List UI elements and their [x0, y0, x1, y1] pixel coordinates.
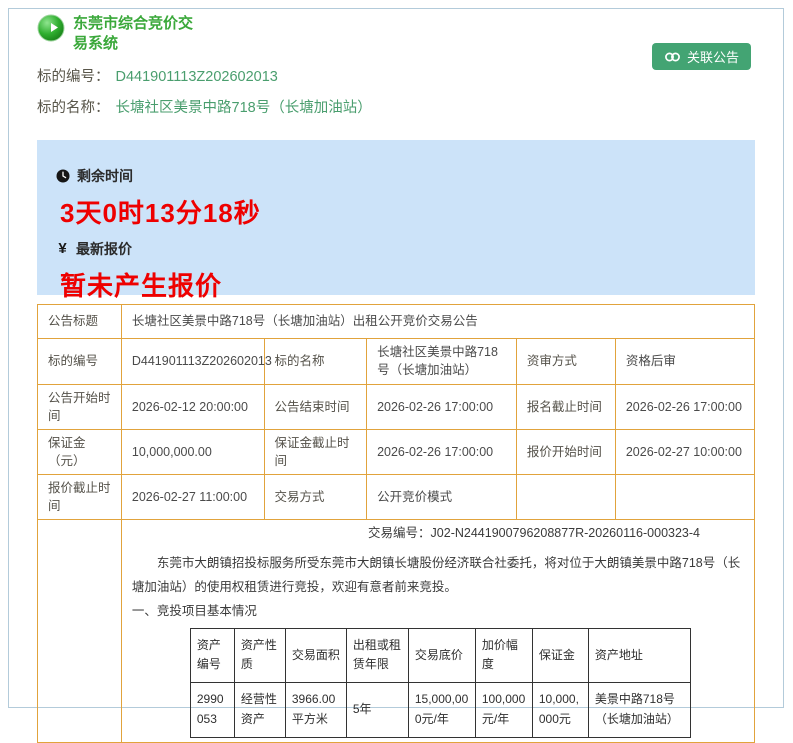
announcement-paragraph: 东莞市大朗镇招投标服务所受东莞市大朗镇长塘股份经济联合社委托，将对位于大朗镇美景… [131, 556, 741, 595]
cell-label: 报名截止时间 [515, 383, 616, 430]
related-announcements-label: 关联公告 [686, 50, 739, 65]
column-header: 加价幅度 [474, 627, 533, 684]
status-panel: 剩余时间 3天0时13分18秒 ¥ 最新报价 暂未产生报价 [37, 139, 755, 301]
cell-value: 2026-02-12 20:00:00 [120, 383, 265, 430]
column-header: 交易面积 [284, 627, 347, 684]
cell-value: 2990053 [189, 682, 235, 738]
column-header: 资产地址 [587, 627, 691, 684]
remaining-time-value: 3天0时13分18秒 [60, 197, 261, 228]
page-frame: 东莞市综合竞价交易系统 关联公告 标的编号： D441901113Z2026020… [8, 8, 784, 743]
cell-label: 保证金（元） [37, 428, 122, 476]
column-header: 资产编号 [189, 627, 235, 684]
cell-value: 资格后审 [614, 337, 756, 385]
cell-value: 公开竞价模式 [366, 473, 517, 521]
cell-label: 公告开始时间 [37, 383, 122, 430]
cell-label: 资审方式 [515, 337, 616, 385]
cell-value: 15,000,000元/年 [407, 682, 476, 738]
related-announcements-button[interactable]: 关联公告 [651, 43, 751, 70]
subject-name-value: 长塘社区美景中路718号（长塘加油站） [115, 99, 372, 116]
cell-value: 10,000,000.00 [120, 428, 265, 476]
project-basic-info-table: 资产编号 资产性质 交易面积 出租或租赁年限 交易底价 加价幅度 保证金 资产地… [189, 627, 691, 738]
project-table-header-row: 资产编号 资产性质 交易面积 出租或租赁年限 交易底价 加价幅度 保证金 资产地… [189, 627, 691, 684]
table-row: 保证金（元） 10,000,000.00 保证金截止时间 2026-02-26 … [37, 428, 756, 476]
cell-label: 报价开始时间 [515, 428, 616, 476]
announcement-info-table: 公告标题 长塘社区美景中路718号（长塘加油站）出租公开竞价交易公告 标的编号 … [37, 303, 756, 743]
subject-name-row: 标的名称： 长塘社区美景中路718号（长塘加油站） [37, 96, 755, 117]
project-table-data-row: 2990053 经营性资产 3966.00平方米 5年 15,000,000元/… [189, 682, 691, 738]
cell-value: 2026-02-26 17:00:00 [366, 428, 517, 476]
transaction-number-label: 交易编号： [368, 526, 431, 541]
cell-label: 交易方式 [263, 473, 368, 521]
announcement-body-cell: 交易编号：J02-N2441900796208877R-20260116-000… [120, 519, 756, 743]
cell-label [515, 473, 616, 521]
remaining-time-row: 剩余时间 [56, 166, 755, 186]
latest-offer-value: 暂未产生报价 [60, 270, 223, 301]
link-chain-icon [664, 51, 681, 63]
cell-value: 3966.00平方米 [284, 682, 347, 738]
subject-number-value: D441901113Z202602013 [115, 68, 278, 85]
cell-value: 2026-02-27 11:00:00 [120, 473, 265, 521]
remaining-time-label: 剩余时间 [77, 167, 133, 184]
column-header: 资产性质 [233, 627, 286, 684]
table-row: 公告标题 长塘社区美景中路718号（长塘加油站）出租公开竞价交易公告 [37, 303, 756, 339]
table-row: 标的编号 D441901113Z202602013 标的名称 长塘社区美景中路7… [37, 337, 756, 385]
cell-value: 2026-02-27 10:00:00 [614, 428, 756, 476]
cell-label: 标的编号 [37, 337, 122, 385]
cell-value: 10,000,000元 [531, 682, 589, 738]
cell-value: 长塘社区美景中路718号（长塘加油站） [366, 337, 517, 385]
header: 东莞市综合竞价交易系统 [37, 9, 755, 55]
cell-value: 5年 [345, 682, 409, 738]
column-header: 保证金 [531, 627, 589, 684]
transaction-number-value: J02-N2441900796208877R-20260116-000323-4 [430, 526, 700, 541]
subject-number-label: 标的编号： [37, 68, 110, 85]
title-value: 长塘社区美景中路718号（长塘加油站）出租公开竞价交易公告 [120, 303, 756, 339]
cell-label: 报价截止时间 [37, 473, 122, 521]
subject-name-label: 标的名称： [37, 99, 110, 116]
cell-label: 公告结束时间 [263, 383, 368, 430]
cell-value: 2026-02-26 17:00:00 [614, 383, 756, 430]
clock-icon [56, 169, 70, 183]
cell-label: 标的名称 [263, 337, 368, 385]
empty-label-cell [37, 519, 122, 743]
cell-value: 2026-02-26 17:00:00 [366, 383, 517, 430]
subject-number-row: 标的编号： D441901113Z202602013 [37, 65, 755, 86]
cell-value: 美景中路718号（长塘加油站） [587, 682, 691, 738]
column-header: 出租或租赁年限 [345, 627, 409, 684]
cell-value [614, 473, 756, 521]
cell-value: 经营性资产 [233, 682, 286, 738]
table-row: 交易编号：J02-N2441900796208877R-20260116-000… [37, 519, 756, 743]
column-header: 交易底价 [407, 627, 476, 684]
cell-value: 100,000元/年 [474, 682, 533, 738]
title-label: 公告标题 [37, 303, 122, 339]
table-row: 报价截止时间 2026-02-27 11:00:00 交易方式 公开竞价模式 [37, 473, 756, 521]
yen-icon: ¥ [58, 240, 67, 257]
section-heading: 一、竞投项目基本情况 [131, 603, 257, 618]
latest-offer-row: ¥ 最新报价 [56, 239, 755, 259]
transaction-number-line: 交易编号：J02-N2441900796208877R-20260116-000… [132, 524, 746, 542]
table-row: 公告开始时间 2026-02-12 20:00:00 公告结束时间 2026-0… [37, 383, 756, 430]
latest-offer-label: 最新报价 [76, 240, 132, 257]
cell-label: 保证金截止时间 [263, 428, 368, 476]
cell-value: D441901113Z202602013 [120, 337, 272, 385]
system-title: 东莞市综合竞价交易系统 [73, 15, 194, 53]
system-logo-arrow-icon [37, 14, 65, 42]
